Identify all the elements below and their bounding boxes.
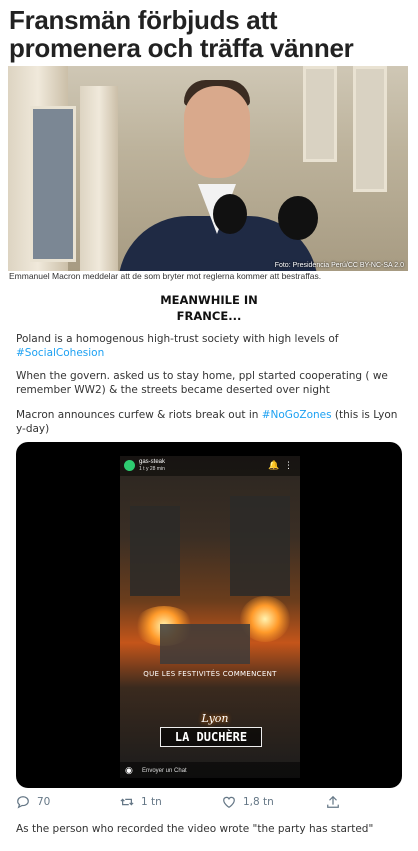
sticker-la-duchere: LA DUCHÈRE bbox=[160, 727, 262, 747]
more-icon: ⋮ bbox=[284, 460, 293, 470]
photo-caption: Emmanuel Macron meddelar att de som bryt… bbox=[9, 271, 322, 281]
building-window bbox=[353, 66, 387, 192]
reply-button[interactable]: 70 bbox=[16, 795, 50, 809]
reply-icon bbox=[17, 796, 29, 809]
retweet-icon bbox=[120, 798, 134, 806]
share-icon bbox=[327, 795, 339, 808]
follow-up-text: As the person who recorded the video wro… bbox=[16, 823, 374, 835]
reply-count: 70 bbox=[37, 796, 51, 808]
tweet-video[interactable]: gas-steak 1 t y 28 min 🔔 ⋮ QUE LES FESTI… bbox=[16, 442, 402, 788]
hashtag-link[interactable]: #NoGoZones bbox=[262, 409, 332, 421]
snapchat-footer: ◉ Envoyer un Chat bbox=[120, 762, 300, 778]
building-window bbox=[303, 66, 337, 162]
building-column bbox=[80, 86, 118, 271]
bell-icon: 🔔 bbox=[268, 460, 280, 470]
video-overlay-text: QUE LES FESTIVITÉS COMMENCENT bbox=[143, 670, 277, 678]
avatar bbox=[124, 460, 135, 471]
snapchat-header: gas-steak 1 t y 28 min 🔔 ⋮ bbox=[120, 456, 300, 476]
background-building bbox=[130, 506, 180, 596]
snap-timestamp: 1 t y 28 min bbox=[139, 466, 165, 472]
sticker-lyon: Lyon bbox=[201, 712, 229, 725]
snap-username: gas-steak bbox=[139, 459, 166, 465]
article-hero-image: Foto: Presidencia Perú/CC BY-NC-SA 2.0 bbox=[8, 66, 408, 271]
tweet-paragraph-2: When the govern. asked us to stay home, … bbox=[16, 370, 388, 396]
photo-credit: Foto: Presidencia Perú/CC BY-NC-SA 2.0 bbox=[274, 262, 404, 269]
like-count: 1,8 tn bbox=[243, 796, 274, 808]
building-window bbox=[30, 106, 76, 262]
meme-caption: MEANWHILE IN FRANCE... bbox=[0, 292, 418, 324]
tweet-paragraph-3: Macron announces curfew & riots break ou… bbox=[16, 408, 408, 436]
meme-line-2: FRANCE... bbox=[176, 309, 242, 323]
retweet-count: 1 tn bbox=[141, 796, 162, 808]
tweet-action-bar: 70 1 tn 1,8 tn bbox=[16, 795, 408, 811]
background-building bbox=[230, 496, 290, 596]
camera-icon: ◉ bbox=[125, 765, 133, 775]
heart-icon bbox=[223, 796, 235, 808]
like-button[interactable]: 1,8 tn bbox=[222, 795, 274, 809]
video-frame: gas-steak 1 t y 28 min 🔔 ⋮ QUE LES FESTI… bbox=[120, 456, 300, 778]
hashtag-link[interactable]: #SocialCohesion bbox=[16, 347, 104, 359]
send-chat-label: Envoyer un Chat bbox=[142, 768, 187, 774]
article-headline: Fransmän förbjuds att promenera och träf… bbox=[9, 5, 354, 63]
tweet-paragraph-1: Poland is a homogenous high-trust societ… bbox=[16, 332, 408, 360]
person-face bbox=[184, 86, 250, 178]
microphone-icon bbox=[278, 196, 318, 240]
microphone-icon bbox=[213, 194, 247, 234]
foreground-roof bbox=[160, 624, 250, 664]
share-button[interactable] bbox=[326, 795, 340, 809]
tweet-text: Poland is a homogenous high-trust societ… bbox=[16, 333, 339, 345]
tweet-text: Macron announces curfew & riots break ou… bbox=[16, 409, 262, 421]
retweet-button[interactable]: 1 tn bbox=[120, 795, 162, 809]
meme-line-1: MEANWHILE IN bbox=[160, 293, 258, 307]
